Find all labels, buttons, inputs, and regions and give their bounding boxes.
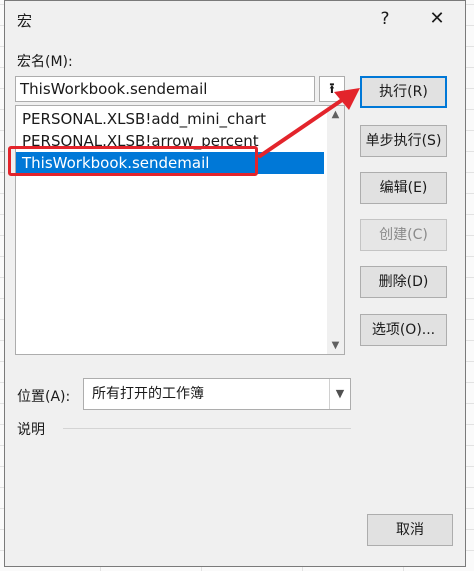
dialog-title: 宏 xyxy=(17,12,33,30)
edit-button[interactable]: 编辑(E) xyxy=(360,172,447,204)
chevron-up-icon[interactable]: ▲ xyxy=(327,106,344,123)
cancel-button[interactable]: 取消 xyxy=(367,514,453,546)
location-label: 位置(A): xyxy=(17,389,71,405)
list-item[interactable]: PERSONAL.XLSB!add_mini_chart xyxy=(16,108,324,130)
chevron-down-icon[interactable]: ▼ xyxy=(327,337,344,354)
location-select[interactable]: 所有打开的工作簿 ▼ xyxy=(83,378,351,410)
step-into-button[interactable]: 单步执行(S) xyxy=(360,125,447,157)
description-divider xyxy=(63,428,351,429)
run-button[interactable]: 执行(R) xyxy=(360,76,447,108)
help-button[interactable]: ? xyxy=(373,7,397,31)
macro-name-input[interactable]: ThisWorkbook.sendemail xyxy=(15,76,315,102)
macro-dialog: 宏 ? ✕ 宏名(M): ThisWorkbook.sendemail ⭱ PE… xyxy=(4,0,466,567)
upload-arrow-icon[interactable]: ⭱ xyxy=(319,76,345,102)
chevron-down-icon[interactable]: ▼ xyxy=(329,379,350,409)
create-button[interactable]: 创建(C) xyxy=(360,219,447,251)
options-button[interactable]: 选项(O)... xyxy=(360,314,447,346)
list-scrollbar[interactable]: ▲ ▼ xyxy=(327,106,344,354)
macro-name-label: 宏名(M): xyxy=(17,54,73,70)
annotation-highlight-box xyxy=(8,146,258,176)
location-value: 所有打开的工作簿 xyxy=(92,386,204,402)
delete-button[interactable]: 删除(D) xyxy=(360,266,447,298)
close-button[interactable]: ✕ xyxy=(424,7,450,31)
description-label: 说明 xyxy=(17,422,45,438)
macro-list[interactable]: PERSONAL.XLSB!add_mini_chart PERSONAL.XL… xyxy=(15,105,345,355)
